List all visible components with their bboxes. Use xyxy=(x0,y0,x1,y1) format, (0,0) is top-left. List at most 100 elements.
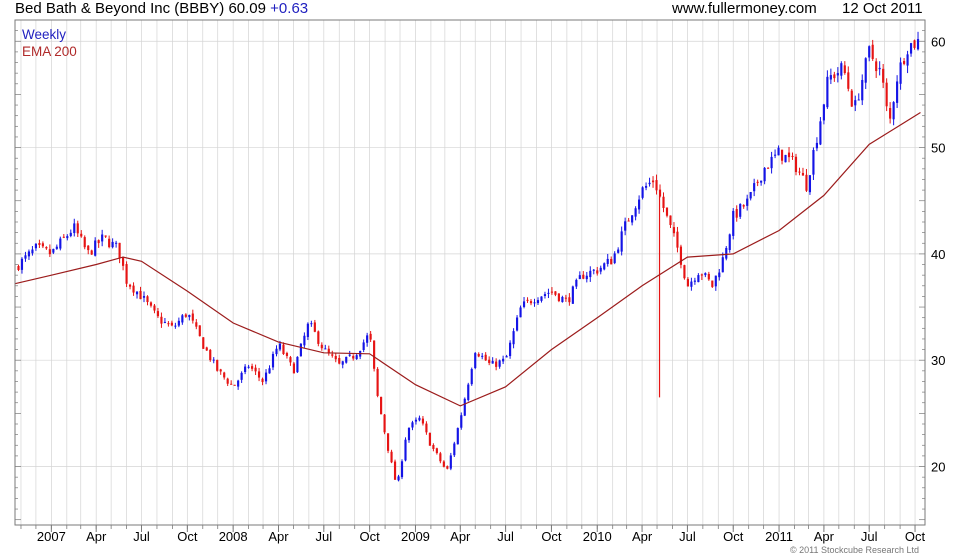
candle-down xyxy=(226,378,229,384)
candle-down xyxy=(871,44,874,59)
candle-up xyxy=(624,221,627,231)
x-tick-label: Oct xyxy=(905,529,926,544)
candle-up xyxy=(589,270,592,278)
candle-down xyxy=(80,233,83,237)
candle-up xyxy=(407,427,411,441)
candle-up xyxy=(606,258,609,264)
candle-up xyxy=(188,314,191,318)
candle-up xyxy=(746,198,749,206)
candle-up xyxy=(397,476,400,481)
candle-up xyxy=(111,241,114,248)
candle-down xyxy=(711,280,714,287)
candle-up xyxy=(770,156,773,169)
candle-up xyxy=(773,154,777,156)
candle-up xyxy=(247,366,250,368)
x-tick-label: Oct xyxy=(177,529,198,544)
candle-down xyxy=(153,305,156,311)
candle-up xyxy=(718,272,721,278)
candle-up xyxy=(310,323,313,325)
candle-up xyxy=(648,182,651,185)
candle-up xyxy=(854,100,857,106)
candle-down xyxy=(223,372,226,378)
candle-down xyxy=(338,357,341,364)
candle-down xyxy=(48,249,51,255)
candle-up xyxy=(69,232,72,236)
candle-down xyxy=(488,359,491,363)
candle-up xyxy=(697,275,700,283)
candle-up xyxy=(94,240,97,256)
candle-down xyxy=(847,72,850,89)
candle-up xyxy=(638,199,641,210)
x-tick-label: Oct xyxy=(723,529,744,544)
candle-up xyxy=(732,210,735,236)
candle-down xyxy=(700,274,703,276)
candle-up xyxy=(177,320,180,326)
candle-down xyxy=(735,209,738,218)
candle-up xyxy=(857,99,860,101)
candle-up xyxy=(749,191,752,199)
candle-down xyxy=(254,367,257,372)
candle-down xyxy=(425,423,428,433)
candle-up xyxy=(916,39,920,50)
candle-down xyxy=(17,266,20,270)
candle-down xyxy=(209,349,212,361)
candle-down xyxy=(205,347,208,351)
candle-up xyxy=(481,355,484,357)
candle-up xyxy=(690,281,693,287)
candle-down xyxy=(794,156,798,173)
candle-down xyxy=(902,61,906,64)
candle-up xyxy=(66,236,69,239)
candle-up xyxy=(899,62,902,84)
candle-up xyxy=(470,369,473,385)
candle-down xyxy=(233,384,236,386)
x-tick-label: Oct xyxy=(360,529,381,544)
candle-down xyxy=(38,243,41,245)
candle-down xyxy=(313,322,316,332)
candle-down xyxy=(87,245,90,251)
candle-down xyxy=(850,90,853,107)
candle-up xyxy=(543,294,547,297)
candle-up xyxy=(467,384,470,401)
candle-up xyxy=(826,76,829,108)
candle-down xyxy=(913,40,916,48)
candle-up xyxy=(515,317,519,331)
candle-down xyxy=(477,353,480,357)
candle-up xyxy=(575,279,578,287)
candle-up xyxy=(822,104,825,121)
x-tick-label: Apr xyxy=(268,529,289,544)
candle-down xyxy=(317,331,320,344)
candle-up xyxy=(728,234,731,250)
candle-down xyxy=(251,366,254,369)
candle-down xyxy=(289,357,292,363)
candle-down xyxy=(90,250,93,255)
y-tick-label: 60 xyxy=(931,34,945,49)
plot-background xyxy=(15,20,925,525)
candle-up xyxy=(753,183,756,192)
candle-down xyxy=(198,325,201,337)
candle-up xyxy=(868,46,871,58)
candle-up xyxy=(522,301,526,307)
candle-down xyxy=(787,152,791,158)
x-tick-label: Jul xyxy=(497,529,514,544)
candle-down xyxy=(582,274,585,279)
candle-down xyxy=(550,291,554,293)
x-tick-label: Jul xyxy=(315,529,332,544)
candle-up xyxy=(829,75,832,80)
candle-up xyxy=(714,275,717,287)
candle-up xyxy=(812,150,815,175)
candle-up xyxy=(463,398,466,416)
candle-up xyxy=(268,368,271,374)
candle-up xyxy=(592,269,595,271)
candle-up xyxy=(306,323,309,338)
candle-down xyxy=(742,205,745,207)
copyright-text: © 2011 Stockcube Research Ltd xyxy=(790,545,920,555)
candle-up xyxy=(613,253,616,264)
x-tick-label: Jul xyxy=(679,529,696,544)
candle-down xyxy=(390,451,393,463)
candle-down xyxy=(118,242,121,259)
candle-up xyxy=(271,353,275,368)
candle-up xyxy=(864,58,867,83)
candle-up xyxy=(240,372,243,380)
legend-ema: EMA 200 xyxy=(22,44,77,59)
candle-down xyxy=(132,285,135,293)
